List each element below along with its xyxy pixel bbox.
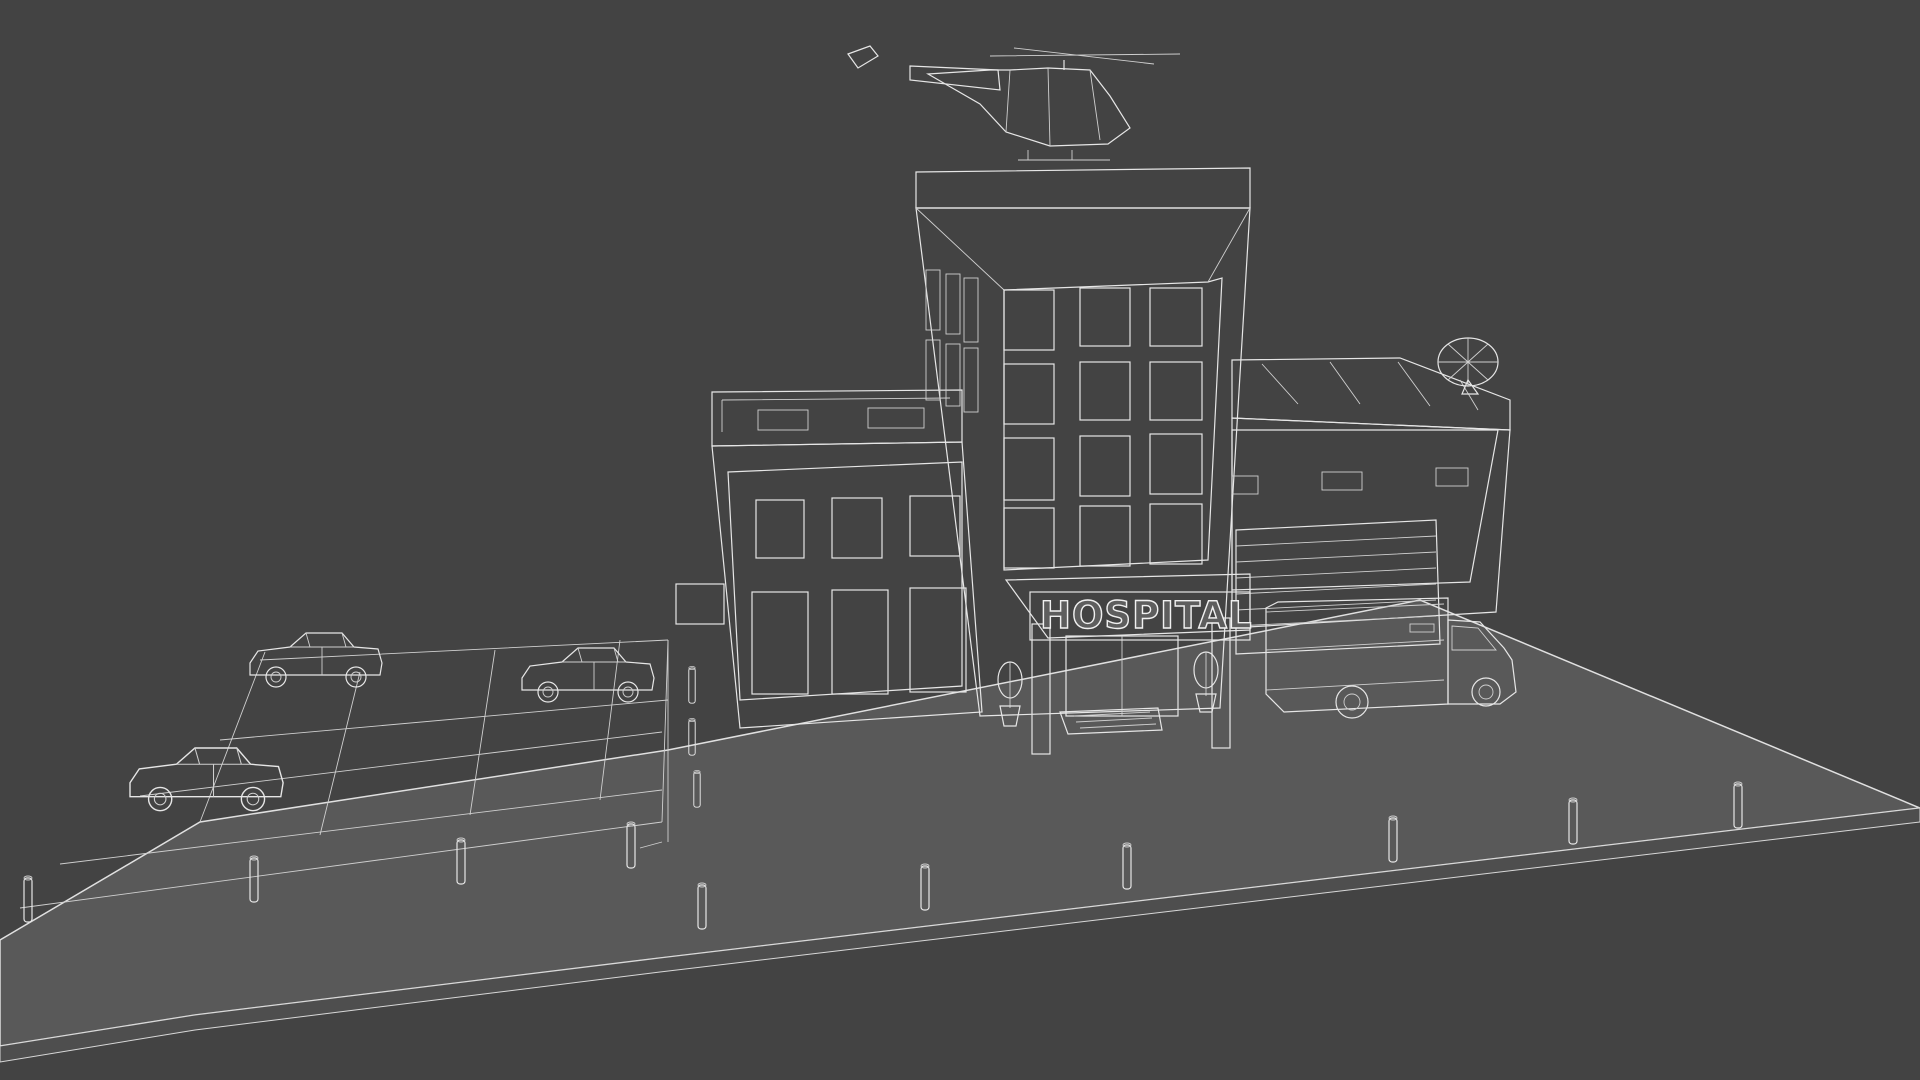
ground-plate xyxy=(0,599,1920,1063)
car-icon xyxy=(249,632,383,688)
helicopter-icon xyxy=(847,45,1181,161)
3d-viewport[interactable]: HOSPITAL xyxy=(0,0,1920,1080)
wall-sign xyxy=(675,583,725,625)
hospital-sign-text: HOSPITAL xyxy=(1040,594,1253,637)
car-icon xyxy=(521,647,655,703)
car-icon xyxy=(129,747,284,812)
scene-canvas: HOSPITAL xyxy=(0,45,1920,1063)
left-wing xyxy=(675,389,983,729)
satellite-dish-icon xyxy=(1437,337,1499,395)
